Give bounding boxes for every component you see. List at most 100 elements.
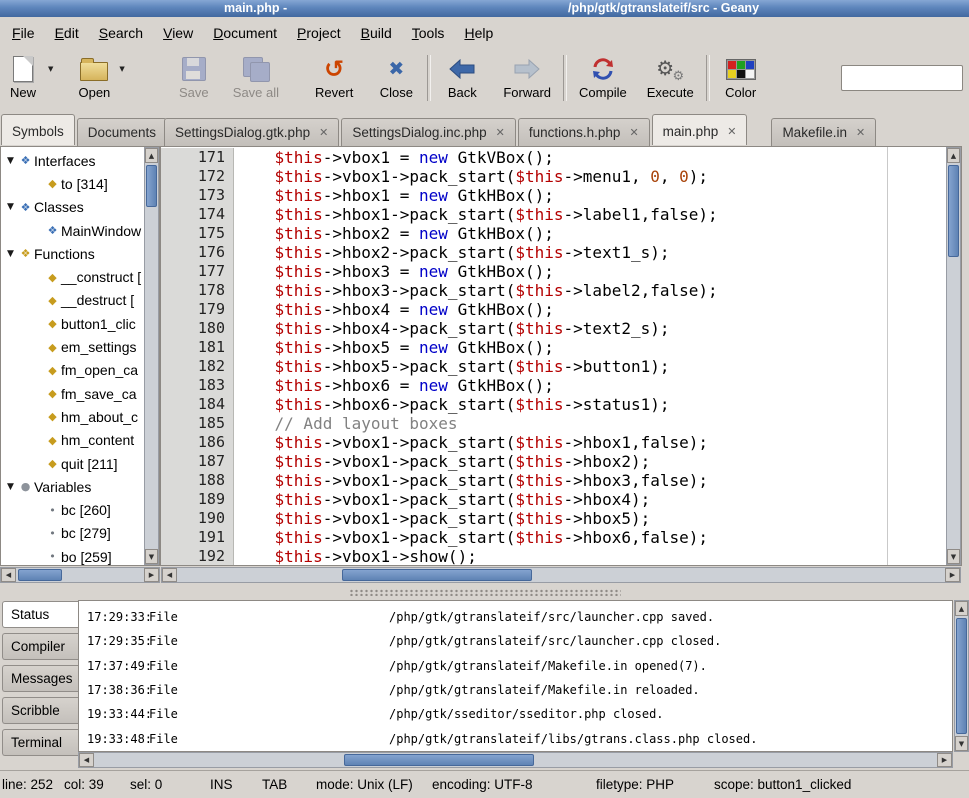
editor-tab-main.php[interactable]: main.php✕ [652, 114, 748, 145]
code-line[interactable]: 180 $this->hbox4->pack_start($this->text… [161, 319, 945, 338]
editor-vertical-scrollbar[interactable]: ▲ ▼ [946, 147, 961, 565]
line-number[interactable]: 173 [161, 186, 234, 205]
line-number[interactable]: 182 [161, 357, 234, 376]
message-tab-status[interactable]: Status [2, 601, 78, 628]
scrollbar-thumb[interactable] [344, 754, 534, 766]
editor-tab-Makefile.in[interactable]: Makefile.in✕ [771, 118, 876, 146]
tree-item-variables[interactable]: ▼●Variables [1, 475, 144, 498]
tab-close-icon[interactable]: ✕ [856, 127, 865, 138]
tree-item-classes[interactable]: ▼❖Classes [1, 196, 144, 219]
line-number[interactable]: 186 [161, 433, 234, 452]
tab-close-icon[interactable]: ✕ [496, 127, 505, 138]
tab-close-icon[interactable]: ✕ [319, 127, 328, 138]
sidebar-horizontal-scrollbar[interactable]: ◀ ▶ [0, 567, 160, 583]
scroll-up-arrow-icon[interactable]: ▲ [947, 148, 960, 163]
message-tab-messages[interactable]: Messages [2, 665, 78, 692]
toolbar-search-entry[interactable] [841, 65, 963, 91]
scrollbar-thumb[interactable] [146, 165, 157, 207]
menu-item-file[interactable]: File [2, 20, 45, 46]
revert-button[interactable]: ↺ Revert [311, 53, 357, 101]
status-message-row[interactable]: 19:33:44:File/php/gtk/sseditor/sseditor.… [79, 702, 952, 726]
line-number[interactable]: 176 [161, 243, 234, 262]
status-message-row[interactable]: 17:29:33:File/php/gtk/gtranslateif/src/l… [79, 605, 952, 629]
scroll-up-arrow-icon[interactable]: ▲ [955, 601, 968, 616]
messages-horizontal-scrollbar[interactable]: ◀ ▶ [78, 752, 953, 768]
line-number[interactable]: 189 [161, 490, 234, 509]
status-message-row[interactable]: 17:37:49:File/php/gtk/gtranslateif/Makef… [79, 654, 952, 678]
line-number[interactable]: 174 [161, 205, 234, 224]
menu-item-help[interactable]: Help [454, 20, 503, 46]
tree-item-bo-259-[interactable]: •bo [259] [1, 545, 144, 565]
editor-tab-SettingsDialog.inc.php[interactable]: SettingsDialog.inc.php✕ [341, 118, 516, 146]
tree-item-hm_content[interactable]: ◆hm_content [1, 429, 144, 452]
tree-item-bc-260-[interactable]: •bc [260] [1, 498, 144, 521]
line-number[interactable]: 180 [161, 319, 234, 338]
code-line[interactable]: 171 $this->vbox1 = new GtkVBox(); [161, 148, 945, 167]
tab-close-icon[interactable]: ✕ [727, 126, 736, 137]
tree-item-hm_about_c[interactable]: ◆hm_about_c [1, 405, 144, 428]
code-line[interactable]: 174 $this->hbox1->pack_start($this->labe… [161, 205, 945, 224]
code-line[interactable]: 178 $this->hbox3->pack_start($this->labe… [161, 281, 945, 300]
code-line[interactable]: 182 $this->hbox5->pack_start($this->butt… [161, 357, 945, 376]
code-line[interactable]: 173 $this->hbox1 = new GtkHBox(); [161, 186, 945, 205]
scroll-down-arrow-icon[interactable]: ▼ [145, 549, 158, 564]
status-message-row[interactable]: 17:38:36:File/php/gtk/gtranslateif/Makef… [79, 678, 952, 702]
scrollbar-thumb[interactable] [342, 569, 532, 581]
status-message-row[interactable]: 17:29:35:File/php/gtk/gtranslateif/src/l… [79, 629, 952, 653]
line-number[interactable]: 172 [161, 167, 234, 186]
scrollbar-thumb[interactable] [18, 569, 62, 581]
expander-icon[interactable]: ▼ [4, 156, 17, 166]
scroll-left-arrow-icon[interactable]: ◀ [1, 568, 16, 582]
line-number[interactable]: 181 [161, 338, 234, 357]
sidebar-tab-symbols[interactable]: Symbols [1, 114, 75, 145]
new-button[interactable]: New [0, 53, 46, 101]
code-line[interactable]: 186 $this->vbox1->pack_start($this->hbox… [161, 433, 945, 452]
open-button[interactable]: Open [71, 53, 117, 101]
line-number[interactable]: 191 [161, 528, 234, 547]
code-line[interactable]: 181 $this->hbox5 = new GtkHBox(); [161, 338, 945, 357]
scroll-right-arrow-icon[interactable]: ▶ [945, 568, 960, 582]
scrollbar-thumb[interactable] [956, 618, 967, 734]
save-button[interactable]: Save [171, 53, 217, 101]
code-line[interactable]: 175 $this->hbox2 = new GtkHBox(); [161, 224, 945, 243]
forward-button[interactable]: Forward [499, 53, 555, 101]
compile-button[interactable]: Compile [575, 53, 631, 101]
scrollbar-thumb[interactable] [948, 165, 959, 257]
code-line[interactable]: 190 $this->vbox1->pack_start($this->hbox… [161, 509, 945, 528]
message-tab-scribble[interactable]: Scribble [2, 697, 78, 724]
tree-item-bc-279-[interactable]: •bc [279] [1, 522, 144, 545]
scroll-up-arrow-icon[interactable]: ▲ [145, 148, 158, 163]
code-line[interactable]: 188 $this->vbox1->pack_start($this->hbox… [161, 471, 945, 490]
code-line[interactable]: 172 $this->vbox1->pack_start($this->menu… [161, 167, 945, 186]
new-dropdown-arrow-icon[interactable]: ▼ [46, 65, 55, 73]
tree-item-functions[interactable]: ▼❖Functions [1, 242, 144, 265]
pane-splitter-handle[interactable] [0, 584, 969, 600]
tree-item-fm_save_ca[interactable]: ◆fm_save_ca [1, 382, 144, 405]
code-line[interactable]: 187 $this->vbox1->pack_start($this->hbox… [161, 452, 945, 471]
scroll-right-arrow-icon[interactable]: ▶ [937, 753, 952, 767]
menu-item-edit[interactable]: Edit [45, 20, 89, 46]
status-message-row[interactable]: 19:33:48:File/php/gtk/gtranslateif/libs/… [79, 726, 952, 750]
code-line[interactable]: 185 // Add layout boxes [161, 414, 945, 433]
tree-item-mainwindow[interactable]: ❖MainWindow [1, 219, 144, 242]
line-number[interactable]: 178 [161, 281, 234, 300]
open-dropdown-arrow-icon[interactable]: ▼ [117, 65, 126, 73]
line-number[interactable]: 183 [161, 376, 234, 395]
line-number[interactable]: 192 [161, 547, 234, 565]
tree-item-__destruct-[interactable]: ◆__destruct [ [1, 289, 144, 312]
code-line[interactable]: 183 $this->hbox6 = new GtkHBox(); [161, 376, 945, 395]
tree-item-to-314-[interactable]: ◆to [314] [1, 172, 144, 195]
code-line[interactable]: 177 $this->hbox3 = new GtkHBox(); [161, 262, 945, 281]
scroll-down-arrow-icon[interactable]: ▼ [947, 549, 960, 564]
color-button[interactable]: Color [718, 53, 764, 101]
code-line[interactable]: 192 $this->vbox1->show(); [161, 547, 945, 565]
editor-tab-SettingsDialog.gtk.php[interactable]: SettingsDialog.gtk.php✕ [164, 118, 339, 146]
message-tab-terminal[interactable]: Terminal [2, 729, 78, 756]
save-all-button[interactable]: Save all [229, 53, 283, 101]
editor-tab-functions.h.php[interactable]: functions.h.php✕ [518, 118, 650, 146]
menu-item-search[interactable]: Search [89, 20, 153, 46]
expander-icon[interactable]: ▼ [4, 202, 17, 212]
code-line[interactable]: 191 $this->vbox1->pack_start($this->hbox… [161, 528, 945, 547]
scroll-right-arrow-icon[interactable]: ▶ [144, 568, 159, 582]
sidebar-vertical-scrollbar[interactable]: ▲ ▼ [144, 147, 159, 565]
